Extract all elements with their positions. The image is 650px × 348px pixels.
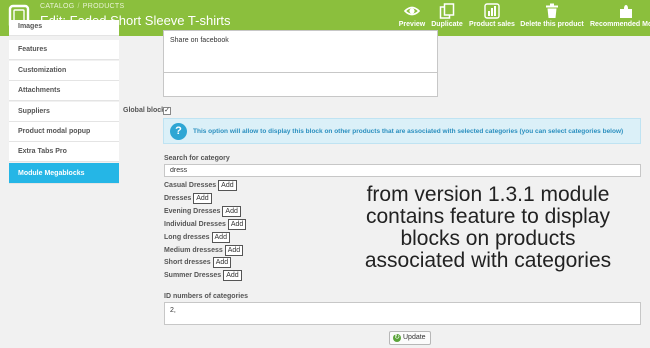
breadcrumb-separator: /	[77, 3, 80, 10]
add-category-button[interactable]: Add	[227, 219, 247, 230]
category-ids-field[interactable]: 2,	[164, 302, 641, 325]
sidebar-item-label: Customization	[18, 67, 67, 74]
add-category-button[interactable]: Add	[223, 270, 242, 281]
recommended-modules-label: Recommended Mo	[590, 21, 650, 28]
add-category-button[interactable]: Add	[218, 180, 237, 191]
sidebar-item-features[interactable]: Features	[9, 40, 119, 60]
preview-button[interactable]: Preview	[398, 3, 426, 33]
info-alert: ? This option will allow to display this…	[163, 118, 641, 144]
annotation-line: from version 1.3.1 module	[366, 183, 610, 206]
block-content-text: Share on facebook	[170, 37, 229, 44]
question-icon: ?	[170, 123, 187, 140]
category-name: Short dresses	[164, 259, 211, 266]
add-category-button[interactable]: Add	[212, 257, 232, 268]
category-name: Casual Dresses	[164, 182, 217, 189]
sidebar-item-label: Features	[18, 46, 48, 53]
category-result: Individual Dresses Add	[164, 219, 247, 230]
sidebar-item-product-modal-popup[interactable]: Product modal popup	[9, 122, 119, 142]
category-name: Summer Dresses	[164, 272, 222, 279]
sidebar-item-label: Module Megablocks	[18, 170, 85, 177]
recommended-modules-button[interactable]: Recommended Mo	[590, 3, 650, 33]
sidebar-item-images[interactable]: Images	[9, 20, 119, 36]
sidebar-item-label: Product modal popup	[18, 128, 91, 135]
category-result: Evening Dresses Add	[164, 206, 241, 217]
update-icon: ↻	[393, 334, 401, 342]
eye-icon	[404, 6, 420, 16]
category-name: Individual Dresses	[164, 221, 226, 228]
feature-annotation: from version 1.3.1 module contains featu…	[338, 184, 638, 272]
breadcrumb-catalog[interactable]: CATALOG	[40, 3, 75, 10]
category-name: Medium dressess	[164, 247, 223, 254]
category-result: Dresses Add	[164, 193, 212, 204]
delete-product-button[interactable]: Delete this product	[519, 3, 585, 33]
category-name: Evening Dresses	[164, 208, 221, 215]
category-ids-label: ID numbers of categories	[164, 293, 249, 300]
search-category-input[interactable]	[164, 164, 641, 177]
trash-icon	[546, 3, 558, 18]
category-result: Summer Dresses Add	[164, 270, 242, 281]
sidebar-item-module-megablocks[interactable]: Module Megablocks	[9, 163, 119, 184]
copy-icon	[439, 3, 455, 19]
global-block-checkbox[interactable]: ✓	[163, 107, 171, 115]
add-category-button[interactable]: Add	[222, 206, 241, 217]
duplicate-label: Duplicate	[431, 21, 463, 28]
editor-divider	[164, 72, 437, 73]
category-name: Dresses	[164, 195, 192, 202]
category-name: Long dresses	[164, 234, 210, 241]
sidebar-item-customization[interactable]: Customization	[9, 61, 119, 81]
breadcrumb-products[interactable]: PRODUCTS	[83, 3, 125, 10]
global-block-label: Global block	[123, 107, 166, 114]
annotation-line: blocks on products	[400, 227, 576, 250]
category-result: Casual Dresses Add	[164, 180, 237, 191]
update-label: Update	[403, 334, 426, 341]
delete-product-label: Delete this product	[520, 21, 584, 28]
sidebar-item-label: Images	[18, 23, 43, 30]
category-result: Medium dressess Add	[164, 245, 244, 256]
add-category-button[interactable]: Add	[193, 193, 212, 204]
info-text: This option will allow to display this b…	[193, 128, 624, 135]
category-result: Short dresses Add	[164, 257, 232, 268]
sidebar-item-attachments[interactable]: Attachments	[9, 81, 119, 101]
add-category-button[interactable]: Add	[224, 245, 244, 256]
block-content-editor[interactable]: Share on facebook	[163, 30, 438, 97]
sidebar-item-extra-tabs-pro[interactable]: Extra Tabs Pro	[9, 142, 119, 162]
sidebar-item-suppliers[interactable]: Suppliers	[9, 102, 119, 122]
preview-label: Preview	[398, 21, 426, 28]
duplicate-button[interactable]: Duplicate	[430, 3, 464, 33]
sidebar-item-label: Attachments	[18, 87, 61, 94]
product-sales-label: Product sales	[469, 21, 515, 28]
breadcrumb: CATALOG / PRODUCTS	[40, 3, 124, 10]
add-category-button[interactable]: Add	[211, 232, 230, 243]
product-sales-button[interactable]: Product sales	[469, 3, 515, 33]
puzzle-icon	[620, 5, 632, 18]
update-button[interactable]: ↻ Update	[389, 331, 431, 345]
annotation-line: associated with categories	[364, 249, 612, 272]
category-result: Long dresses Add	[164, 232, 230, 243]
bar-chart-icon	[484, 3, 500, 19]
annotation-line: contains feature to display	[366, 205, 610, 228]
search-category-label: Search for category	[164, 155, 230, 162]
sidebar-item-label: Suppliers	[18, 108, 50, 115]
sidebar-item-label: Extra Tabs Pro	[18, 148, 67, 155]
